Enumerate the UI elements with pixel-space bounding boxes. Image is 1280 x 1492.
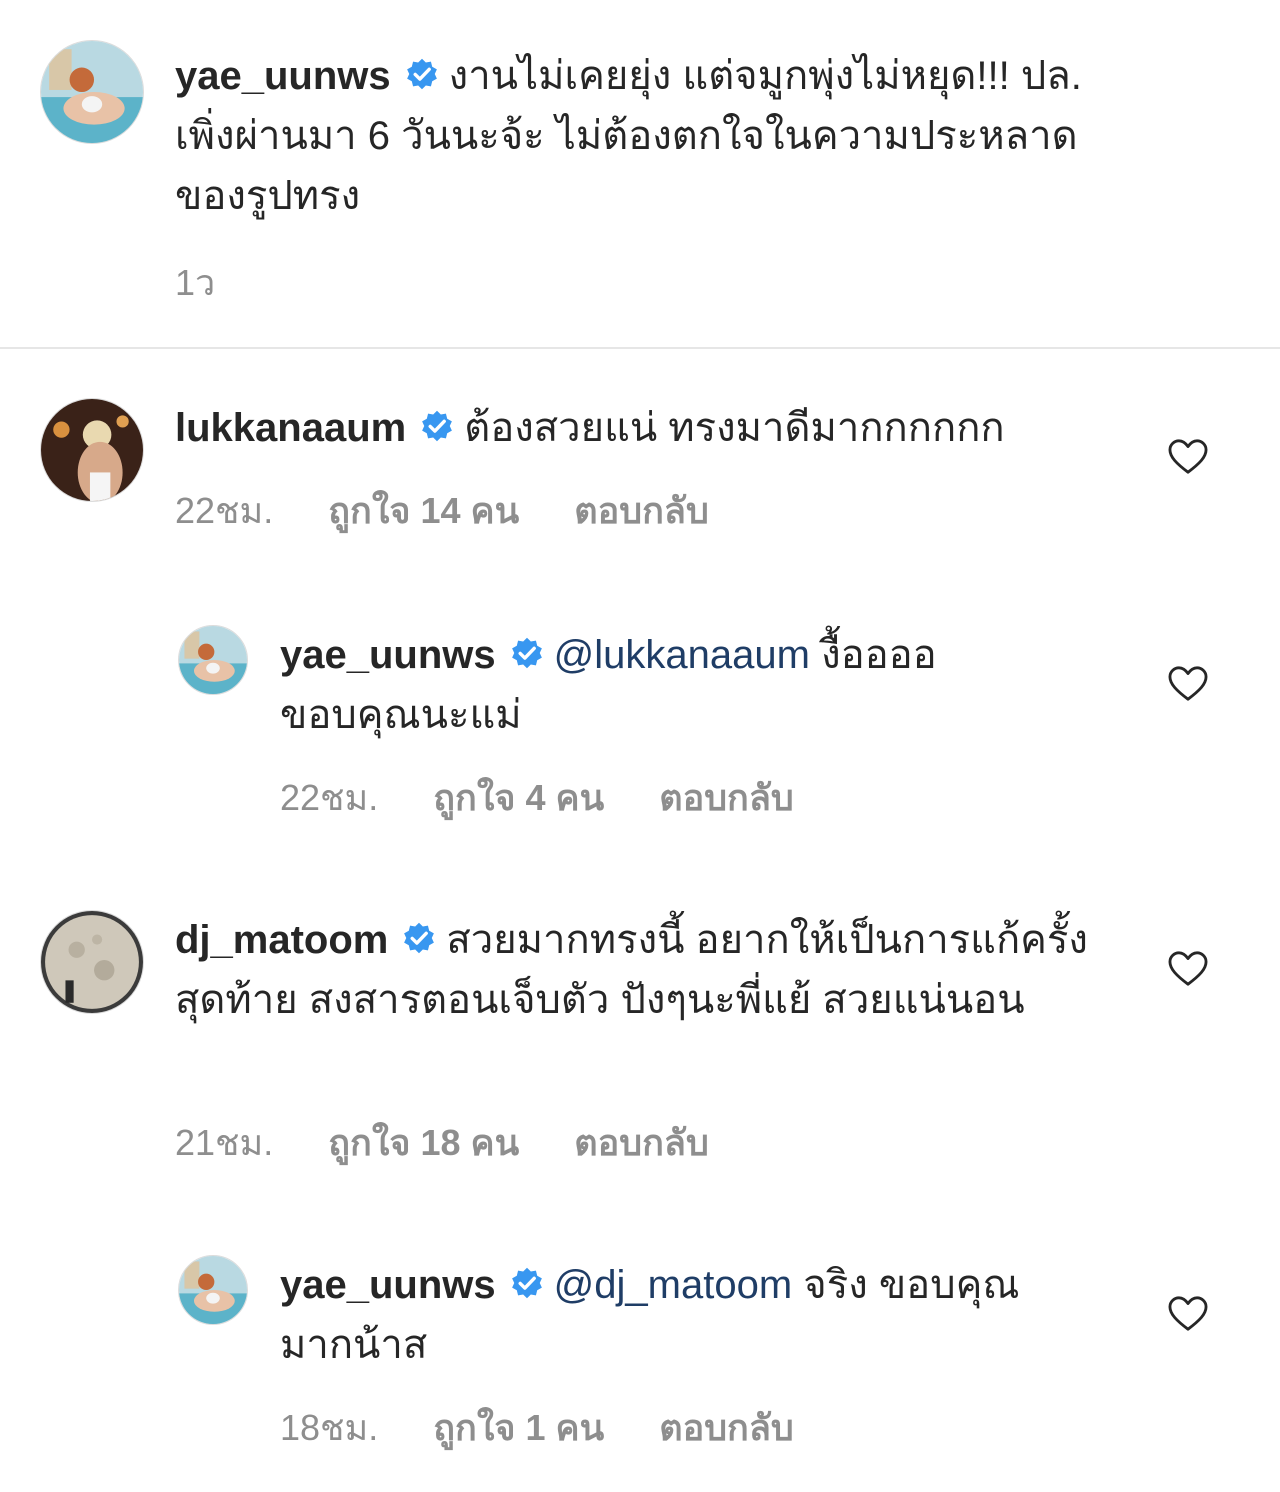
timestamp: 22ชม. xyxy=(175,490,274,531)
heart-outline-icon[interactable] xyxy=(1167,950,1209,988)
reply-button[interactable]: ตอบกลับ xyxy=(574,1114,709,1171)
comment: dj_matoom สวยมากทรงนี้ อยากให้เป็นการแก้ค… xyxy=(40,910,1280,1170)
avatar[interactable] xyxy=(40,398,144,502)
timestamp: 21ชม. xyxy=(175,1122,274,1163)
likes-count[interactable]: ถูกใจ 4 คน xyxy=(433,769,604,826)
likes-count[interactable]: ถูกใจ 1 คน xyxy=(433,1399,604,1456)
comment-reply: yae_uunws @lukkanaaum งื้ออออ ขอบคุณนะแม่… xyxy=(40,625,1280,825)
verified-badge-icon xyxy=(402,921,436,955)
reply-button[interactable]: ตอบกลับ xyxy=(659,769,794,826)
timestamp: 1ว xyxy=(175,262,216,303)
reply-button[interactable]: ตอบกลับ xyxy=(574,482,709,539)
divider xyxy=(0,347,1280,349)
heart-outline-icon[interactable] xyxy=(1167,1295,1209,1333)
mention-link[interactable]: @lukkanaaum xyxy=(554,633,810,677)
username[interactable]: yae_uunws xyxy=(175,54,391,98)
username[interactable]: lukkanaaum xyxy=(175,406,406,450)
verified-badge-icon xyxy=(405,57,439,91)
comment-reply: yae_uunws @dj_matoom จริง ขอบคุณมากน้าส 1… xyxy=(40,1255,1280,1455)
likes-count[interactable]: ถูกใจ 14 คน xyxy=(328,482,519,539)
heart-outline-icon[interactable] xyxy=(1167,665,1209,703)
likes-count[interactable]: ถูกใจ 18 คน xyxy=(328,1114,519,1171)
timestamp: 22ชม. xyxy=(280,777,379,818)
comment: lukkanaaum ต้องสวยแน่ ทรงมาดีมากกกกกก 22ช… xyxy=(40,398,1280,548)
username[interactable]: yae_uunws xyxy=(280,633,496,677)
heart-outline-icon[interactable] xyxy=(1167,438,1209,476)
verified-badge-icon xyxy=(510,636,544,670)
avatar[interactable] xyxy=(178,625,248,695)
timestamp: 18ชม. xyxy=(280,1407,379,1448)
comment-text: ต้องสวยแน่ ทรงมาดีมากกกกกก xyxy=(464,406,1005,450)
verified-badge-icon xyxy=(510,1266,544,1300)
avatar[interactable] xyxy=(40,910,144,1014)
reply-button[interactable]: ตอบกลับ xyxy=(659,1399,794,1456)
verified-badge-icon xyxy=(420,409,454,443)
avatar[interactable] xyxy=(40,40,144,144)
avatar[interactable] xyxy=(178,1255,248,1325)
username[interactable]: dj_matoom xyxy=(175,918,388,962)
mention-link[interactable]: @dj_matoom xyxy=(554,1263,792,1307)
username[interactable]: yae_uunws xyxy=(280,1263,496,1307)
